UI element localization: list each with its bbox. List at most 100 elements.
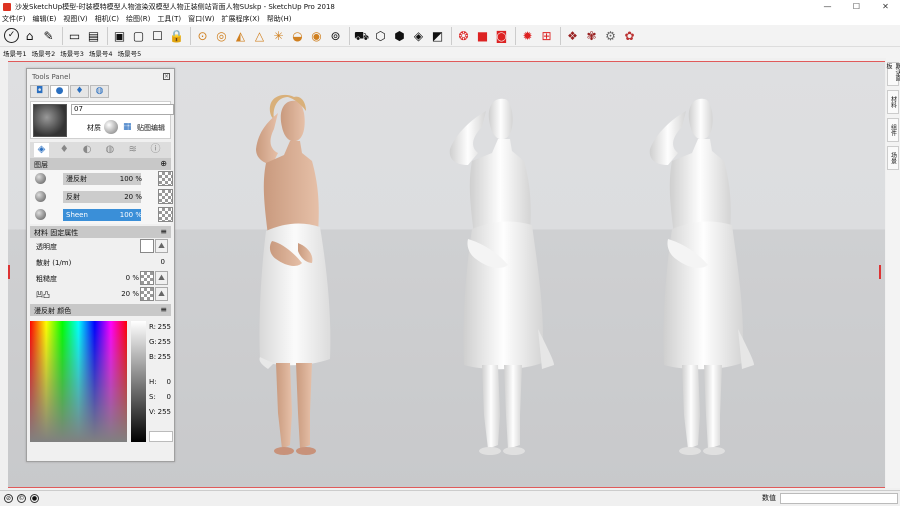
layer-texture-slot[interactable]: [158, 171, 173, 186]
layer-ball-icon: [35, 173, 46, 184]
paint-icon[interactable]: ✎: [40, 27, 57, 44]
layer-row-selected[interactable]: Sheen 100 %: [30, 206, 173, 224]
color-spectrum[interactable]: [30, 321, 127, 442]
close-button[interactable]: ✕: [871, 0, 900, 13]
camera-icon[interactable]: ◈: [410, 27, 427, 44]
materials-tab-icon[interactable]: ●: [50, 85, 69, 98]
maximize-button[interactable]: ☐: [842, 0, 871, 13]
text-icon[interactable]: △: [251, 27, 268, 44]
offset-icon[interactable]: ◎: [213, 27, 230, 44]
menu-help[interactable]: 帮助(H): [267, 14, 292, 24]
info-icon[interactable]: ⓘ: [148, 143, 163, 157]
menu-extensions[interactable]: 扩展程序(X): [221, 14, 259, 24]
scale-icon[interactable]: ⊙: [194, 27, 211, 44]
warehouse-icon[interactable]: ⛟: [353, 27, 370, 44]
panel-close-icon[interactable]: ×: [163, 73, 170, 80]
plugin-1-icon[interactable]: ❖: [564, 27, 581, 44]
menu-edit[interactable]: 编辑(E): [33, 14, 57, 24]
v-ray-icon[interactable]: ■: [474, 27, 491, 44]
layer-row[interactable]: 反射 20 %: [30, 188, 173, 206]
material-sphere-icon[interactable]: [104, 120, 118, 134]
tape-icon[interactable]: ◭: [232, 27, 249, 44]
move-icon[interactable]: ☐: [149, 27, 166, 44]
geo-location-icon[interactable]: ⊘: [4, 494, 13, 503]
geometry-tab-icon[interactable]: ◍: [90, 85, 109, 98]
minimize-button[interactable]: —: [813, 0, 842, 13]
texture-slot-icon[interactable]: ⛰: [155, 271, 168, 285]
menu-window[interactable]: 窗口(W): [188, 14, 214, 24]
v-ray-render-icon[interactable]: ◙: [493, 27, 510, 44]
push-pull-icon[interactable]: ▢: [130, 27, 147, 44]
panel-tabs: ◘ ● ♦ ◍: [27, 85, 174, 99]
extension-icon[interactable]: ⬡: [372, 27, 389, 44]
menu-camera[interactable]: 相机(C): [95, 14, 119, 24]
rotate-icon[interactable]: 🔒: [168, 27, 185, 44]
color-swatch[interactable]: [140, 239, 154, 253]
menu-icon[interactable]: ≡: [160, 227, 167, 236]
menu-view[interactable]: 视图(V): [63, 14, 87, 24]
plugin-3-icon[interactable]: ⚙: [602, 27, 619, 44]
tray-tab-materials[interactable]: 材料: [887, 90, 899, 114]
user-icon[interactable]: ●: [30, 494, 39, 503]
tray-tab-default[interactable]: 默认面板: [885, 62, 900, 86]
texture-edit-icon[interactable]: ▦: [123, 122, 135, 133]
bulb-icon[interactable]: ♦: [57, 143, 72, 157]
layer-texture-slot[interactable]: [158, 189, 173, 204]
menu-tools[interactable]: 工具(T): [157, 14, 181, 24]
stack-icon[interactable]: ≋: [125, 143, 140, 157]
white-woman-model-1[interactable]: [438, 89, 568, 459]
props-section-header[interactable]: 材料 固定属性 ≡: [30, 226, 171, 238]
select-icon[interactable]: ✓: [4, 28, 19, 43]
map-icon[interactable]: ◍: [102, 143, 117, 157]
color-section-header[interactable]: 漫反射 颜色 ≡: [30, 304, 171, 316]
tray-tab-components[interactable]: 组件: [887, 118, 899, 142]
rectangle-icon[interactable]: ▤: [85, 27, 102, 44]
material-button[interactable]: 材质: [87, 123, 101, 133]
zoom-icon[interactable]: ◉: [308, 27, 325, 44]
layer-row[interactable]: 漫反射 100 %: [30, 170, 173, 188]
viewport-bottom-edge: [8, 487, 885, 488]
settings-icon[interactable]: ◩: [429, 27, 446, 44]
camera-tab-icon[interactable]: ◘: [30, 85, 49, 98]
zoom-extents-icon[interactable]: ⊚: [327, 27, 344, 44]
value-slider[interactable]: [131, 321, 146, 442]
lights-tab-icon[interactable]: ♦: [70, 85, 89, 98]
component-icon[interactable]: ❂: [455, 27, 472, 44]
tab-scene-3[interactable]: 场景号3: [60, 48, 84, 58]
v-ray-sphere-icon[interactable]: ⊞: [538, 27, 555, 44]
plugin-4-icon[interactable]: ✿: [621, 27, 638, 44]
tab-scene-2[interactable]: 场景号2: [32, 48, 56, 58]
tab-scene-5[interactable]: 场景号5: [118, 48, 142, 58]
circle-icon[interactable]: ▣: [111, 27, 128, 44]
pan-icon[interactable]: ◒: [289, 27, 306, 44]
prop-row: 散射 (1/m) 0: [36, 258, 165, 267]
material-name-select[interactable]: 07: [71, 104, 174, 115]
texture-slot[interactable]: [140, 287, 154, 301]
layer-texture-slot[interactable]: [158, 207, 173, 222]
orbit-icon[interactable]: ✳: [270, 27, 287, 44]
menu-file[interactable]: 文件(F): [2, 14, 26, 24]
options-icon[interactable]: ◐: [80, 143, 95, 157]
plugin-2-icon[interactable]: ✾: [583, 27, 600, 44]
eraser-icon[interactable]: ⌂: [21, 27, 38, 44]
render-icon[interactable]: ⬢: [391, 27, 408, 44]
add-layer-icon[interactable]: ⊕: [160, 159, 167, 168]
credits-icon[interactable]: ©: [17, 494, 26, 503]
menu-icon[interactable]: ≡: [160, 305, 167, 314]
white-woman-model-2[interactable]: [638, 89, 768, 459]
measurements-input[interactable]: [780, 493, 898, 504]
v-ray-light-icon[interactable]: ✹: [519, 27, 536, 44]
layers-section-header[interactable]: 图层 ⊕: [30, 158, 171, 170]
texture-slot-icon[interactable]: ⛰: [155, 287, 168, 301]
tray-tab-scenes[interactable]: 场景: [887, 146, 899, 170]
tab-scene-4[interactable]: 场景号4: [89, 48, 113, 58]
tab-scene-1[interactable]: 场景号1: [3, 48, 27, 58]
texture-slot-icon[interactable]: ⛰: [155, 239, 168, 253]
textured-woman-model[interactable]: [238, 93, 348, 458]
menu-draw[interactable]: 绘图(R): [126, 14, 150, 24]
line-icon[interactable]: ▭: [66, 27, 83, 44]
color-picker: R: 255 G: 255 B: 255 H: 0 S: 0 V: 255: [30, 318, 173, 443]
texture-slot[interactable]: [140, 271, 154, 285]
texture-edit-button[interactable]: 贴图编辑: [137, 123, 165, 133]
layers-icon[interactable]: ◈: [34, 143, 49, 157]
